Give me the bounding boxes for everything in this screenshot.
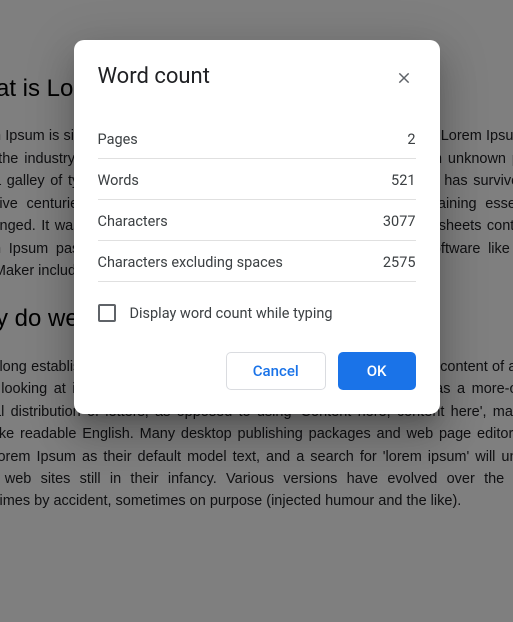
stat-label: Characters excluding spaces [98, 254, 283, 271]
stat-row-words: Words 521 [98, 159, 416, 200]
stat-value: 521 [391, 172, 415, 189]
dialog-actions: Cancel OK [98, 352, 416, 390]
stat-value: 2575 [383, 254, 416, 271]
display-while-typing-row[interactable]: Display word count while typing [98, 304, 416, 322]
stat-row-characters-no-spaces: Characters excluding spaces 2575 [98, 241, 416, 282]
ok-button[interactable]: OK [338, 352, 416, 390]
close-icon [396, 70, 412, 86]
stat-label: Pages [98, 131, 138, 148]
dialog-header: Word count [98, 64, 416, 90]
close-button[interactable] [392, 66, 416, 90]
stat-value: 2 [407, 131, 415, 148]
dialog-title: Word count [98, 64, 210, 89]
checkbox-label: Display word count while typing [130, 305, 333, 322]
stat-label: Words [98, 172, 139, 189]
word-count-dialog: Word count Pages 2 Words 521 Characters … [74, 40, 440, 414]
stat-value: 3077 [383, 213, 416, 230]
stat-row-pages: Pages 2 [98, 118, 416, 159]
display-while-typing-checkbox[interactable] [98, 304, 116, 322]
cancel-button[interactable]: Cancel [226, 352, 326, 390]
stat-label: Characters [98, 213, 168, 230]
stat-row-characters: Characters 3077 [98, 200, 416, 241]
